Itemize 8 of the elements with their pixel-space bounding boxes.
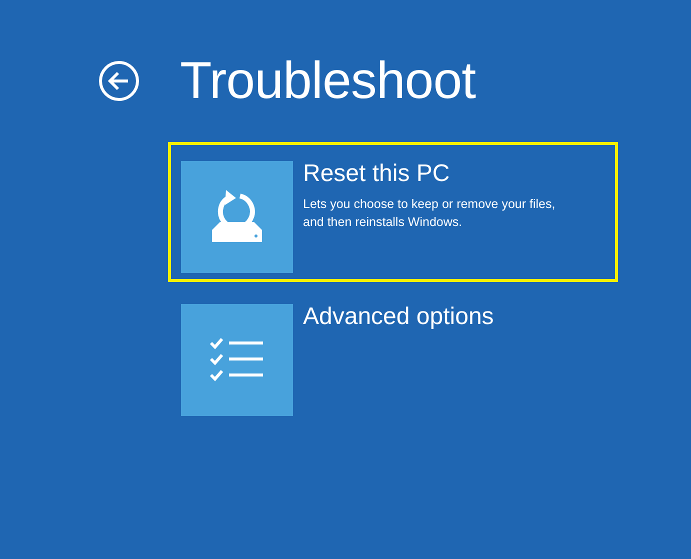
back-button[interactable] xyxy=(98,60,140,102)
page-title: Troubleshoot xyxy=(180,51,476,112)
option-item[interactable]: Advanced options xyxy=(168,285,618,425)
checklist-icon xyxy=(209,337,265,383)
option-item[interactable]: Reset this PC Lets you choose to keep or remove your files, and then reinstalls Windows. xyxy=(168,142,618,282)
option-title: Reset this PC xyxy=(303,161,451,187)
option-title: Advanced options xyxy=(303,304,494,330)
option-description: Lets you choose to keep or remove your files, and then reinstalls Windows. xyxy=(303,196,556,231)
